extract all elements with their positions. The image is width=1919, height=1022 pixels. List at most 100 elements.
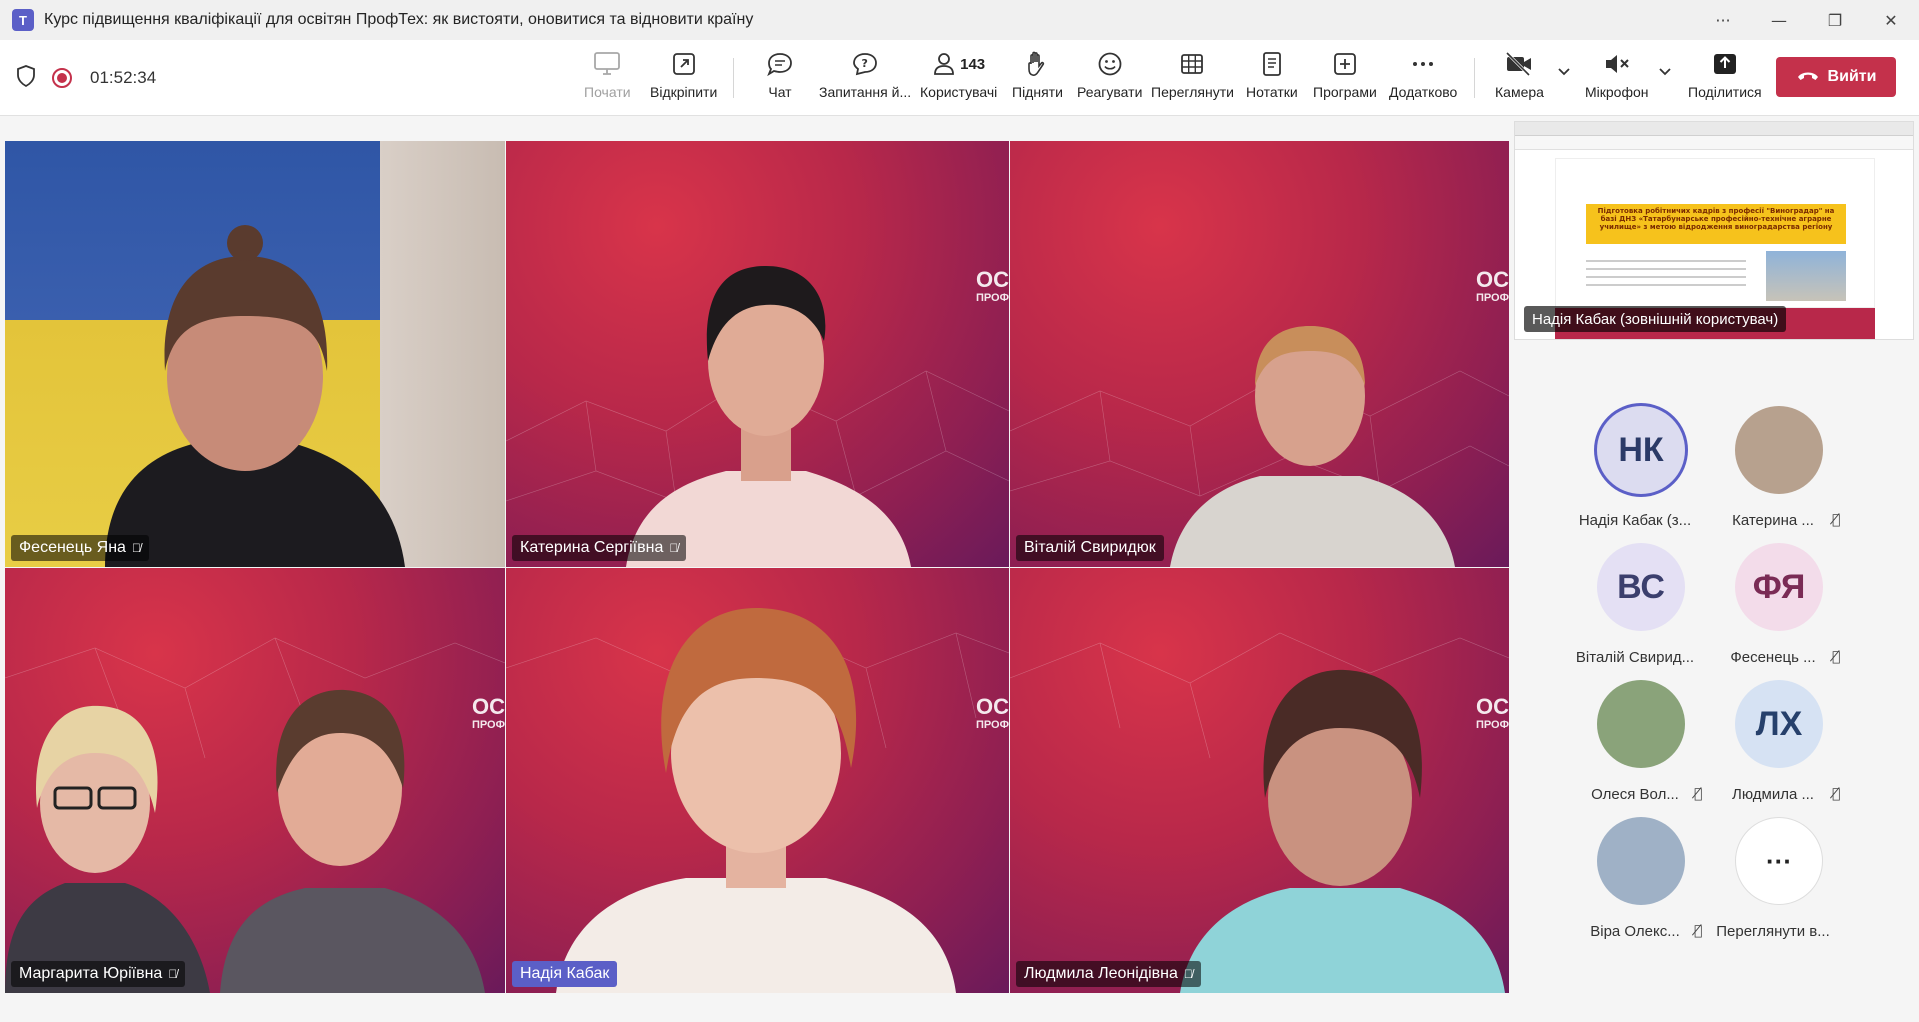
mic-off-icon: 🎙̸ — [1832, 786, 1841, 802]
camera-off-icon — [1504, 48, 1534, 80]
grid-icon — [1179, 48, 1205, 80]
roster-item[interactable]: Катерина ... 🎙̸ — [1708, 406, 1848, 536]
participant-name-tag: Фесенець Яна 🎙̸ — [11, 535, 149, 561]
restore-button[interactable]: ❐ — [1807, 0, 1863, 40]
raise-label: Підняти — [1012, 84, 1063, 100]
mic-muted-icon — [1603, 48, 1631, 80]
roster-item[interactable]: Олеся Вол... 🎙̸ — [1570, 680, 1710, 810]
mic-off-icon: 🎙̸ — [1694, 786, 1703, 802]
qa-button[interactable]: ? Запитання й... — [819, 48, 911, 108]
toolbar-divider — [733, 58, 734, 98]
mic-button[interactable]: Мікрофон — [1585, 48, 1649, 108]
roster-name: Надія Кабак (з... — [1578, 512, 1692, 529]
share-label: Поділитися — [1688, 84, 1762, 100]
roster-item[interactable]: ФЯ Фесенець ... 🎙̸ — [1708, 543, 1848, 673]
shield-icon[interactable] — [16, 65, 36, 91]
ellipsis-icon: ··· — [1735, 817, 1823, 905]
watermark: ОС ПРОФ — [1475, 267, 1509, 304]
more-actions-button[interactable]: Додатково — [1389, 48, 1457, 108]
toolbar-divider — [1474, 58, 1475, 98]
people-count: 143 — [960, 55, 986, 73]
camera-options-chevron-icon[interactable] — [1557, 66, 1571, 80]
recording-icon — [52, 68, 72, 88]
teams-app-icon: T — [12, 9, 34, 31]
minimize-button[interactable]: — — [1751, 0, 1807, 40]
avatar — [1735, 406, 1823, 494]
popout-icon — [671, 48, 697, 80]
view-button[interactable]: Переглянути — [1151, 48, 1234, 108]
mic-off-icon: 🎙̸ — [1694, 923, 1703, 939]
video-tile[interactable]: ОС ПРОФ Маргарита Юріївна 🎙̸ — [5, 568, 505, 993]
mic-label: Мікрофон — [1585, 84, 1649, 100]
mic-off-icon: 🎙̸ — [669, 541, 679, 555]
video-grid: Фесенець Яна 🎙̸ ОС ПРОФ Катерина Сергіївн… — [5, 141, 1509, 993]
presenter-name-tag: Надія Кабак (зовнішній користувач) — [1524, 306, 1787, 332]
video-tile[interactable]: ОС ПРОФ Людмила Леонідівна 🎙̸ — [1010, 568, 1509, 993]
notes-icon — [1260, 48, 1284, 80]
apps-label: Програми — [1313, 84, 1377, 100]
view-all-participants-button[interactable]: ··· Переглянути в... — [1708, 817, 1848, 947]
more-options-button[interactable]: ··· — [1695, 0, 1751, 40]
leave-button[interactable]: Вийти — [1776, 57, 1896, 97]
notes-label: Нотатки — [1246, 84, 1298, 100]
video-tile[interactable]: ОС ПРОФ Катерина Сергіївна 🎙̸ — [506, 141, 1009, 567]
window-controls: ··· — ❐ ✕ — [1695, 0, 1919, 40]
participant-name: Катерина Сергіївна — [520, 539, 664, 556]
participant-name-tag: Віталій Свиридюк — [1016, 535, 1164, 561]
participant-name: Людмила Леонідівна — [1024, 965, 1178, 982]
react-button[interactable]: Реагувати — [1077, 48, 1142, 108]
people-button[interactable]: 143 Користувачі — [920, 48, 997, 108]
apps-button[interactable]: Програми — [1313, 48, 1377, 108]
share-button[interactable]: Поділитися — [1688, 48, 1762, 108]
share-upload-icon — [1711, 48, 1739, 80]
qa-icon: ? — [851, 48, 879, 80]
participant-video — [1170, 326, 1455, 567]
roster-name: Фесенець ... — [1730, 649, 1816, 666]
mic-off-icon: 🎙̸ — [1832, 649, 1841, 665]
mic-off-icon: 🎙̸ — [168, 967, 178, 981]
roster-item[interactable]: ВС Віталій Свирид... — [1570, 543, 1710, 673]
video-tile[interactable]: ОС ПРОФ Надія Кабак — [506, 568, 1009, 993]
chat-button[interactable]: Чат — [766, 48, 794, 108]
video-tile[interactable]: Фесенець Яна 🎙̸ — [5, 141, 505, 567]
avatar — [1597, 817, 1685, 905]
start-button[interactable]: Почати — [584, 48, 631, 108]
popout-button[interactable]: Відкріпити — [650, 48, 717, 108]
mic-off-icon: 🎙̸ — [1832, 512, 1841, 528]
roster-name: Віра Олекс... — [1590, 923, 1680, 940]
participant-name-tag: Надія Кабак — [512, 961, 618, 987]
close-button[interactable]: ✕ — [1863, 0, 1919, 40]
roster-item[interactable]: Віра Олекс... 🎙̸ — [1570, 817, 1710, 947]
qa-label: Запитання й... — [819, 84, 912, 100]
emoji-icon — [1097, 48, 1123, 80]
people-icon: 143 — [932, 48, 985, 80]
mic-options-chevron-icon[interactable] — [1658, 66, 1672, 80]
mic-off-icon: 🎙̸ — [1183, 967, 1193, 981]
meeting-timer: 01:52:34 — [90, 68, 157, 87]
react-label: Реагувати — [1077, 84, 1143, 100]
view-label: Переглянути — [1151, 84, 1234, 100]
raise-hand-button[interactable]: Підняти — [1012, 48, 1063, 108]
title-bar: T Курс підвищення кваліфікації для освіт… — [0, 0, 1919, 40]
roster-item[interactable]: ЛХ Людмила ... 🎙̸ — [1708, 680, 1848, 810]
chat-label: Чат — [768, 84, 792, 100]
participant-name-tag: Маргарита Юріївна 🎙̸ — [11, 961, 186, 987]
video-tile[interactable]: ОС ПРОФ Віталій Свиридюк — [1010, 141, 1509, 567]
participant-name: Надія Кабак — [520, 965, 610, 982]
avatar: ЛХ — [1735, 680, 1823, 768]
participant-video — [5, 689, 485, 993]
camera-label: Камера — [1495, 84, 1544, 100]
svg-text:?: ? — [862, 57, 868, 70]
screen-icon — [593, 48, 621, 80]
notes-button[interactable]: Нотатки — [1246, 48, 1298, 108]
mic-off-icon: 🎙̸ — [131, 541, 141, 555]
people-label: Користувачі — [920, 84, 998, 100]
hand-icon — [1024, 48, 1050, 80]
camera-button[interactable]: Камера — [1495, 48, 1544, 108]
browser-addressbar — [1515, 136, 1913, 150]
roster-item[interactable]: НК Надія Кабак (з... — [1570, 406, 1710, 536]
participant-video — [1180, 669, 1505, 993]
start-label: Почати — [584, 84, 631, 100]
participant-video — [105, 225, 405, 567]
slide-table — [1586, 254, 1746, 304]
